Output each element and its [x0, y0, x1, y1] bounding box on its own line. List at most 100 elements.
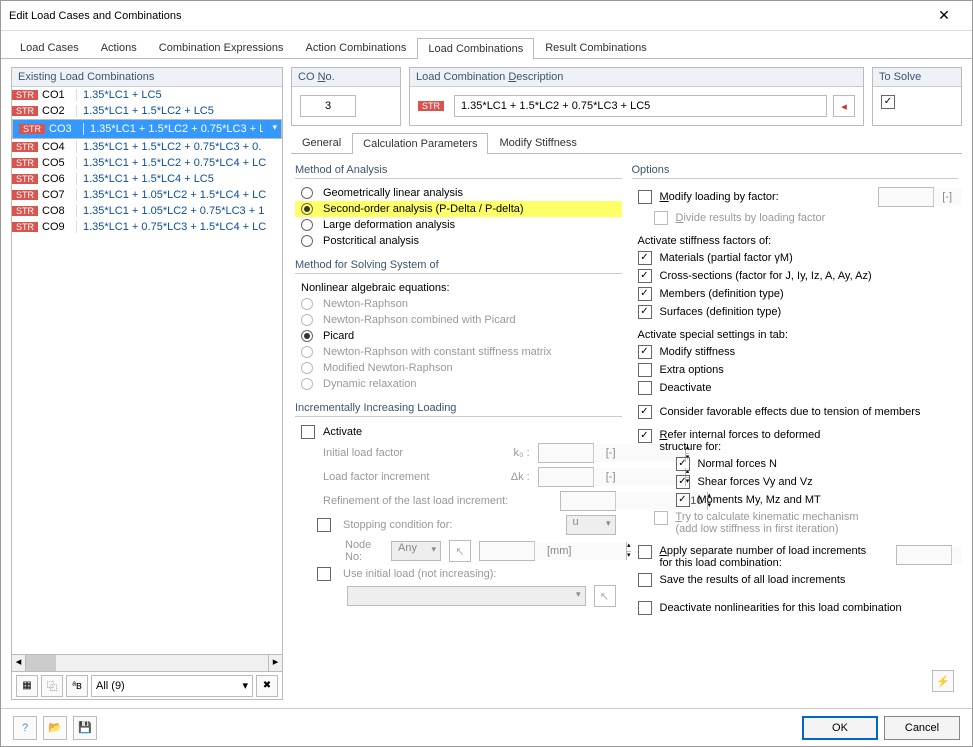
tab-result-combinations[interactable]: Result Combinations [534, 37, 658, 58]
filter-select[interactable]: All (9)▾ [91, 675, 253, 697]
special-option[interactable]: Deactivate [632, 379, 959, 397]
refinement-label: Refinement of the last load increment: [301, 495, 552, 507]
save-icon[interactable]: 💾 [73, 716, 97, 740]
list-item[interactable]: STRCO41.35*LC1 + 1.5*LC2 + 0.75*LC3 + 0. [12, 139, 282, 155]
stiffness-option[interactable]: Cross-sections (factor for J, Iy, Iz, A,… [632, 267, 959, 285]
folder-icon[interactable]: 📂 [43, 716, 67, 740]
text-icon[interactable]: ᵃʙ [66, 675, 88, 697]
consider-label: Consider favorable effects due to tensio… [660, 406, 921, 418]
new-icon[interactable]: ▦ [16, 675, 38, 697]
close-button[interactable]: ✕ [924, 1, 964, 31]
method-solving-header: Method for Solving System of [295, 257, 622, 274]
node-select: Any [391, 541, 441, 561]
node-value-input: ▴▾ [479, 541, 535, 561]
co-no-input[interactable] [300, 95, 356, 117]
description-input[interactable] [454, 95, 827, 117]
activate-label: Activate [323, 426, 362, 438]
refer-checkbox[interactable] [638, 429, 652, 443]
modify-loading-input: ▴▾ [878, 187, 934, 207]
subtab-general[interactable]: General [291, 132, 352, 153]
pick-node-button: ↖ [449, 540, 471, 562]
activate-special-header: Activate special settings in tab: [632, 327, 959, 343]
description-label: Load Combination Description [410, 68, 863, 87]
tab-load-cases[interactable]: Load Cases [9, 37, 90, 58]
ok-button[interactable]: OK [802, 716, 878, 740]
window-title: Edit Load Cases and Combinations [9, 10, 924, 22]
subtab-calculation-parameters[interactable]: Calculation Parameters [352, 133, 488, 154]
incremental-header: Incrementally Increasing Loading [295, 400, 622, 417]
deactivate-nonlin-label: Deactivate nonlinearities for this load … [660, 602, 902, 614]
increment-label: Load factor increment [301, 471, 502, 483]
copy-icon[interactable]: ⿻ [41, 675, 63, 697]
nonlinear-label: Nonlinear algebraic equations: [295, 280, 622, 296]
refer-option[interactable]: Shear forces Vy and Vz [654, 473, 959, 491]
tab-combination-expressions[interactable]: Combination Expressions [148, 37, 295, 58]
subtab-modify-stiffness[interactable]: Modify Stiffness [488, 132, 587, 153]
initial-factor-label: Initial load factor [301, 447, 502, 459]
useinit-label: Use initial load (not increasing): [343, 568, 616, 580]
stiffness-option[interactable]: Members (definition type) [632, 285, 959, 303]
co-no-label: CO No. [292, 68, 400, 87]
solving-option: Newton-Raphson with constant stiffness m… [295, 344, 622, 360]
tab-load-combinations[interactable]: Load Combinations [417, 38, 534, 59]
solving-option: Newton-Raphson [295, 296, 622, 312]
consider-checkbox[interactable] [638, 405, 652, 419]
solving-option: Dynamic relaxation [295, 376, 622, 392]
list-item[interactable]: STRCO51.35*LC1 + 1.5*LC2 + 0.75*LC4 + LC [12, 155, 282, 171]
list-item[interactable]: STRCO31.35*LC1 + 1.5*LC2 + 0.75*LC3 + LC [12, 119, 282, 139]
stiffness-option[interactable]: Surfaces (definition type) [632, 303, 959, 321]
refer-option[interactable]: Normal forces N [654, 455, 959, 473]
list-item[interactable]: STRCO21.35*LC1 + 1.5*LC2 + LC5 [12, 103, 282, 119]
analysis-option[interactable]: Second-order analysis (P-Delta / P-delta… [295, 201, 622, 217]
options-header: Options [632, 162, 959, 179]
special-option[interactable]: Modify stiffness [632, 343, 959, 361]
kinematic-checkbox [654, 511, 668, 525]
modify-loading-checkbox[interactable] [638, 190, 652, 204]
solving-option[interactable]: Picard [295, 328, 622, 344]
deactivate-nonlin-checkbox[interactable] [638, 601, 652, 615]
stiffness-option[interactable]: Materials (partial factor γM) [632, 249, 959, 267]
description-picker-button[interactable]: ◂ [833, 95, 855, 117]
activate-checkbox[interactable] [301, 425, 315, 439]
tab-actions[interactable]: Actions [90, 37, 148, 58]
method-analysis-header: Method of Analysis [295, 162, 622, 179]
analysis-option[interactable]: Large deformation analysis [295, 217, 622, 233]
apply-incr-label: Apply separate number of load increments… [660, 545, 893, 569]
refer-option[interactable]: Moments My, Mz and MT [654, 491, 959, 509]
divide-checkbox [654, 211, 668, 225]
activate-stiffness-header: Activate stiffness factors of: [632, 233, 959, 249]
solving-option: Newton-Raphson combined with Picard [295, 312, 622, 328]
list-item[interactable]: STRCO81.35*LC1 + 1.05*LC2 + 0.75*LC3 + 1 [12, 203, 282, 219]
modify-loading-label: Modify loading by factor: [660, 191, 779, 203]
sub-tabs: GeneralCalculation ParametersModify Stif… [291, 132, 962, 154]
node-label: Node No: [323, 539, 383, 563]
to-solve-checkbox[interactable] [881, 95, 895, 109]
help-icon[interactable]: ? [13, 716, 37, 740]
apply-incr-checkbox[interactable] [638, 545, 652, 559]
save-results-checkbox[interactable] [638, 573, 652, 587]
refer-label: Refer internal forces to deformedstructu… [660, 429, 821, 453]
list-item[interactable]: STRCO91.35*LC1 + 0.75*LC3 + 1.5*LC4 + LC [12, 219, 282, 235]
useinit-checkbox [317, 567, 331, 581]
list-item[interactable]: STRCO11.35*LC1 + LC5 [12, 87, 282, 103]
useinit-pick-button: ↖ [594, 585, 616, 607]
list-item[interactable]: STRCO61.35*LC1 + 1.5*LC4 + LC5 [12, 171, 282, 187]
refinement-input: ▴▾ [560, 491, 616, 511]
tab-action-combinations[interactable]: Action Combinations [295, 37, 418, 58]
analysis-option[interactable]: Geometrically linear analysis [295, 185, 622, 201]
cancel-button[interactable]: Cancel [884, 716, 960, 740]
special-option[interactable]: Extra options [632, 361, 959, 379]
save-results-label: Save the results of all load increments [660, 574, 846, 586]
horizontal-scrollbar[interactable]: ◂ ▸ [12, 654, 282, 671]
to-solve-label: To Solve [873, 68, 961, 87]
stopping-label: Stopping condition for: [343, 519, 452, 531]
str-tag: STR [418, 101, 444, 111]
analysis-option[interactable]: Postcritical analysis [295, 233, 622, 249]
delete-icon[interactable]: ✖ [256, 675, 278, 697]
combination-list[interactable]: STRCO11.35*LC1 + LC5STRCO21.35*LC1 + 1.5… [12, 87, 282, 654]
apply-incr-input: ▴▾ [896, 545, 952, 565]
list-item[interactable]: STRCO71.35*LC1 + 1.05*LC2 + 1.5*LC4 + LC [12, 187, 282, 203]
useinit-select [347, 586, 586, 606]
stopping-select: u [566, 515, 616, 535]
lightning-icon[interactable]: ⚡ [932, 670, 954, 692]
